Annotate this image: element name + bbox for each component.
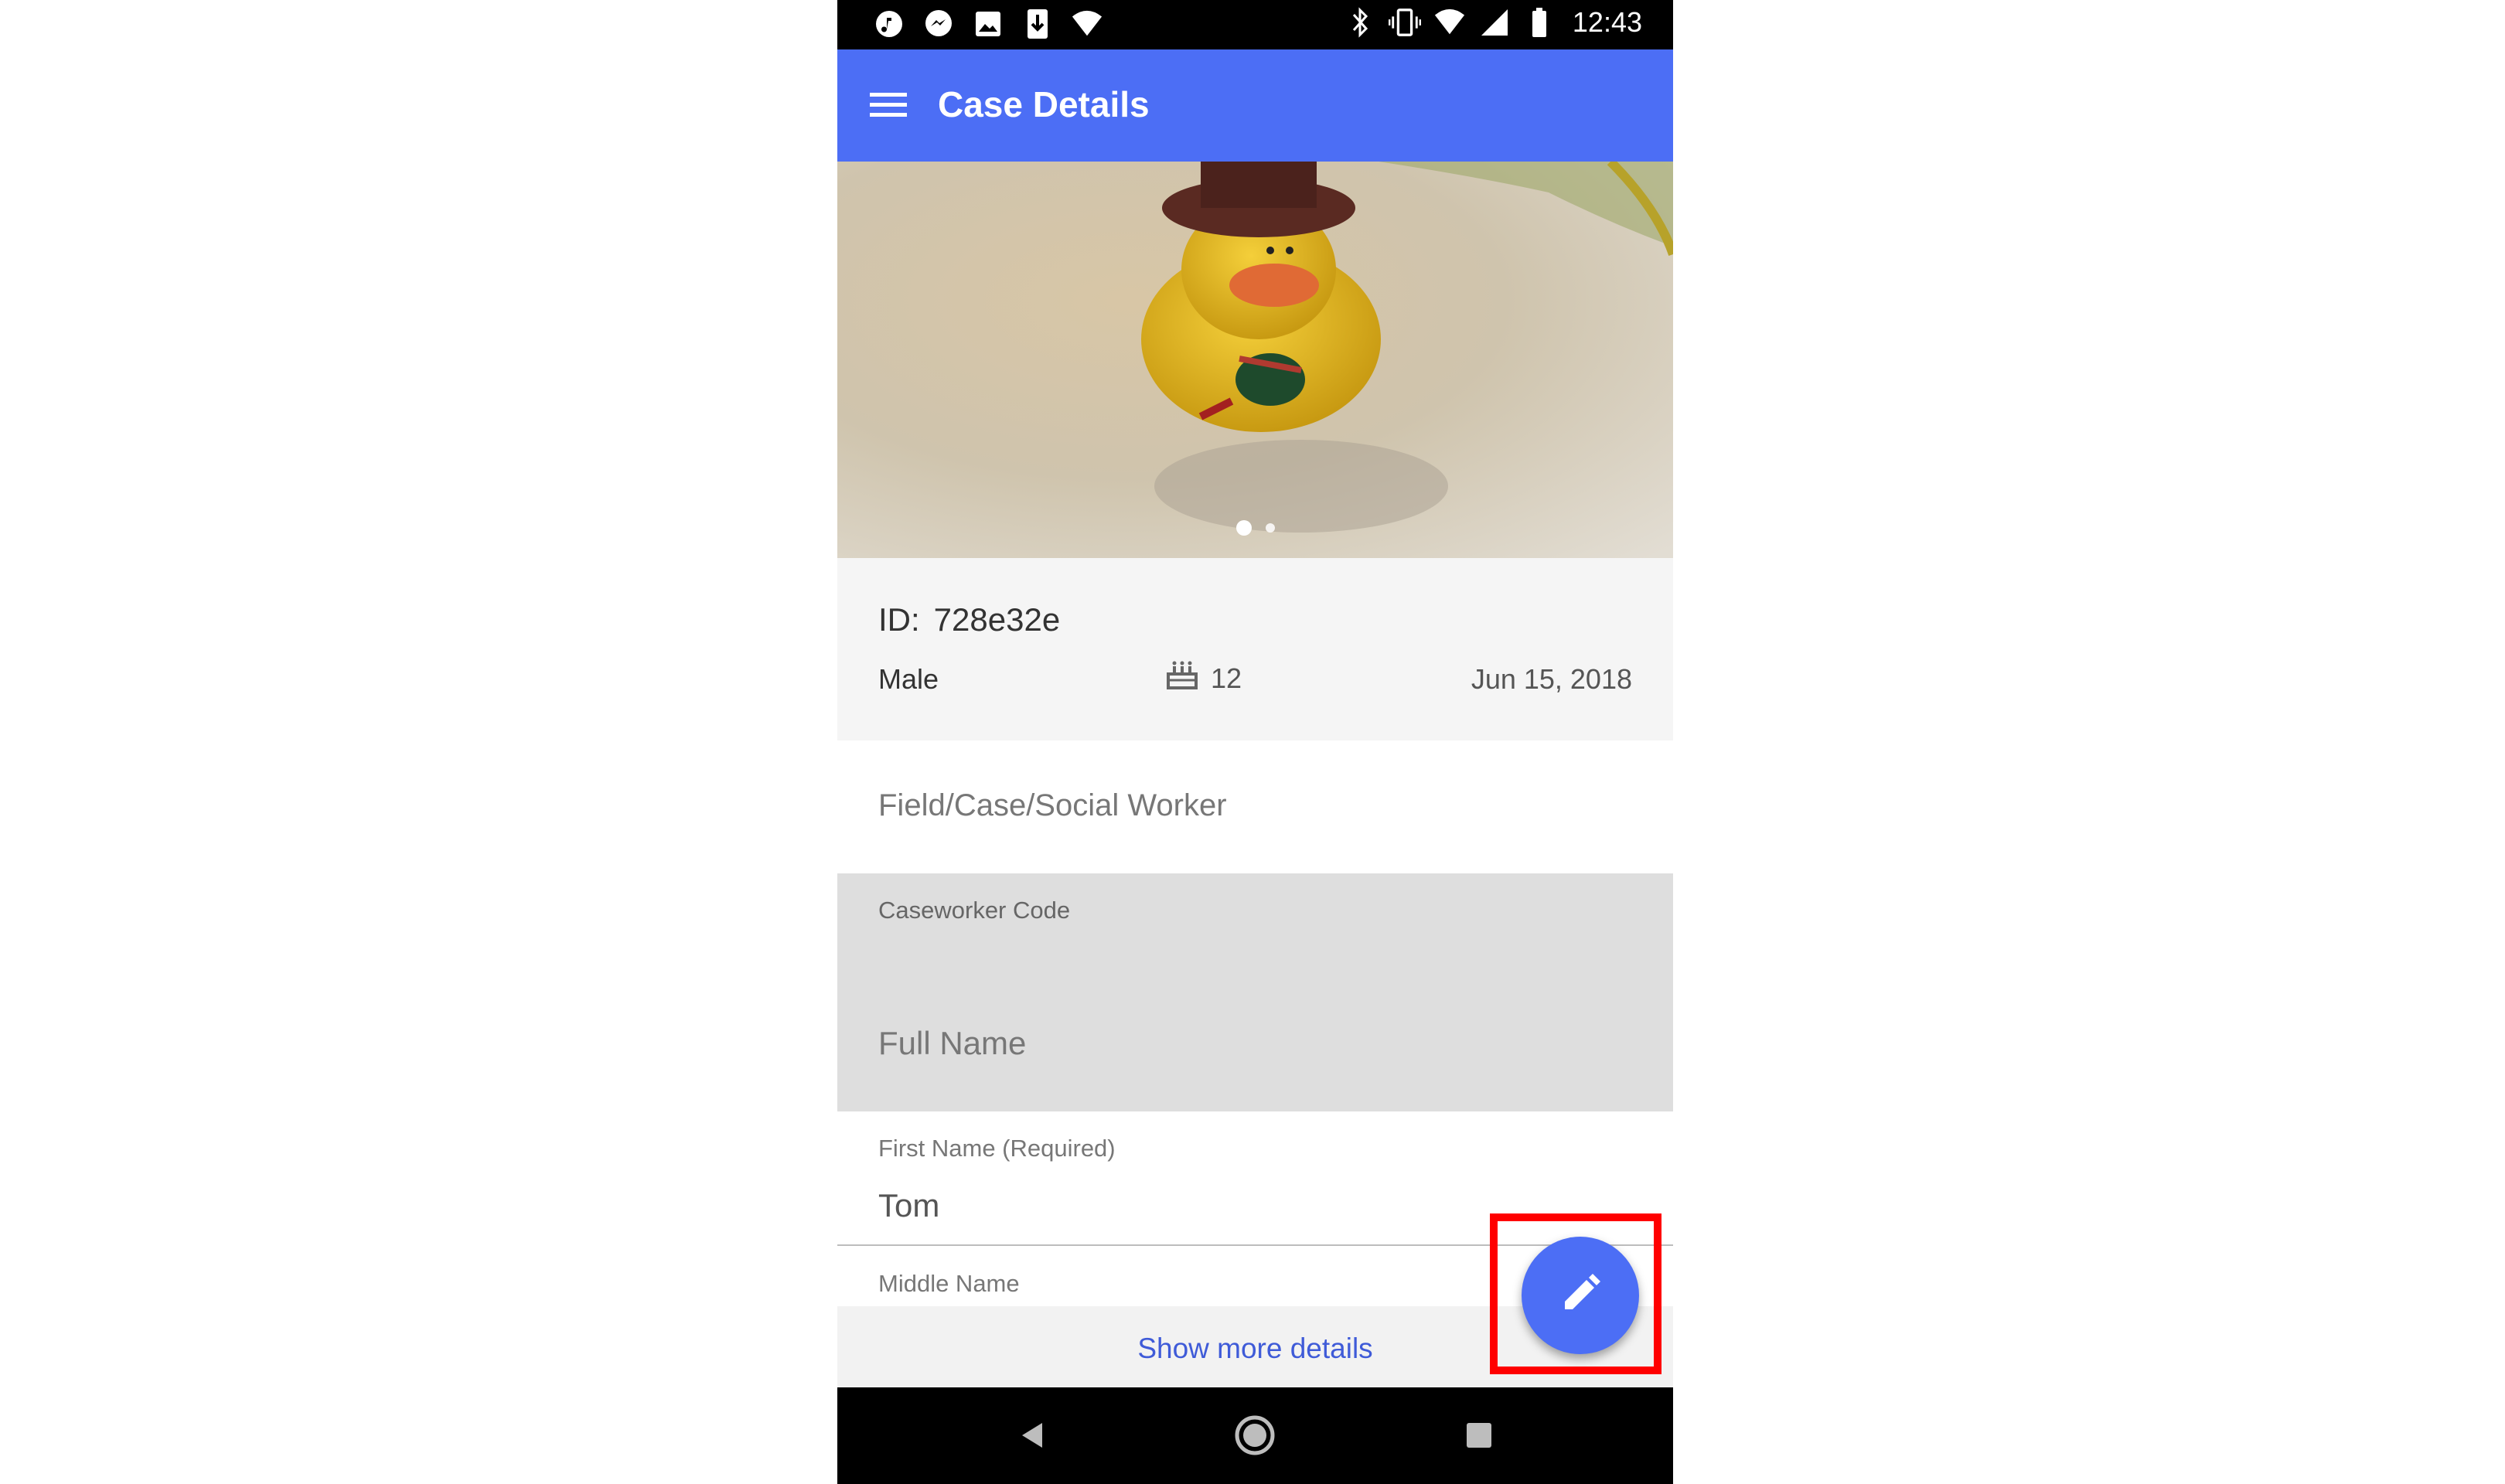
- bluetooth-icon: [1344, 6, 1376, 39]
- caseworker-block: Caseworker Code Full Name: [837, 873, 1673, 1111]
- music-icon: [873, 8, 905, 40]
- status-bar: 12:43: [837, 0, 1673, 49]
- wifi-icon: [1071, 8, 1103, 40]
- caseworker-code-label: Caseworker Code: [878, 897, 1071, 924]
- vibrate-icon: [1388, 6, 1421, 39]
- edit-pencil-icon: [1559, 1272, 1602, 1319]
- clock: 12:43: [1572, 6, 1642, 38]
- battery-icon: [1523, 6, 1556, 39]
- signal-icon: [1478, 6, 1511, 39]
- caseworker-full-name-field[interactable]: Full Name: [878, 1025, 1026, 1062]
- carousel-indicator: [837, 520, 1673, 536]
- image-icon: [972, 8, 1004, 40]
- gender-value: Male: [878, 663, 939, 695]
- middle-name-label: Middle Name: [878, 1270, 1020, 1297]
- case-date: Jun 15, 2018: [1471, 663, 1632, 695]
- hamburger-menu-icon[interactable]: [868, 85, 908, 125]
- case-id: ID: 728e32e: [878, 601, 1060, 638]
- recents-button[interactable]: [1456, 1412, 1502, 1458]
- back-icon: [1022, 1423, 1042, 1448]
- carousel-dot: [1265, 523, 1275, 533]
- age-value: 12: [1211, 662, 1242, 694]
- messenger-icon: [922, 8, 955, 40]
- app-screen: 12:43 Case Details ID: 728e32e Male 12 J…: [837, 0, 1673, 1484]
- first-name-label: First Name (Required): [878, 1135, 1116, 1162]
- case-id-value: 728e32e: [933, 601, 1061, 638]
- home-button[interactable]: [1232, 1412, 1278, 1458]
- case-id-label: ID:: [878, 601, 920, 638]
- carousel-dot-active: [1235, 520, 1252, 536]
- age-info: 12: [1166, 659, 1242, 698]
- duck-photo: [837, 162, 1673, 558]
- edit-button[interactable]: [1522, 1237, 1639, 1354]
- app-bar: Case Details: [837, 49, 1673, 162]
- photo-carousel[interactable]: [837, 162, 1673, 558]
- birthday-cake-icon: [1166, 659, 1198, 698]
- first-name-field[interactable]: Tom: [878, 1187, 939, 1224]
- wifi-icon: [1433, 6, 1466, 39]
- recents-icon: [1467, 1423, 1491, 1448]
- page-title: Case Details: [938, 84, 1150, 124]
- section-title: Field/Case/Social Worker: [878, 788, 1227, 822]
- back-button[interactable]: [1010, 1412, 1056, 1458]
- system-nav-bar: [837, 1387, 1673, 1484]
- case-summary: ID: 728e32e Male 12 Jun 15, 2018: [837, 558, 1673, 740]
- download-icon: [1021, 8, 1054, 40]
- home-icon: [1235, 1415, 1275, 1455]
